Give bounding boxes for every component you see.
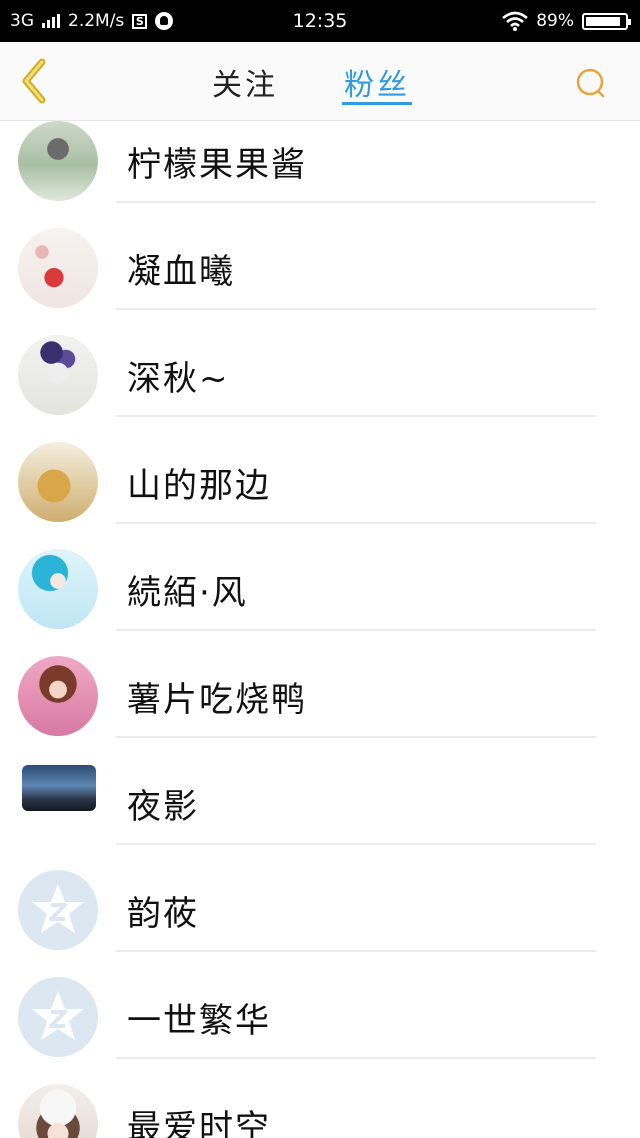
avatar xyxy=(18,549,98,629)
wifi-icon xyxy=(502,11,529,31)
list-item[interactable]: 最爱时空 xyxy=(0,1057,640,1138)
avatar xyxy=(18,335,98,415)
search-icon[interactable] xyxy=(574,66,608,100)
fan-name: 深秋~ xyxy=(127,359,230,399)
back-button[interactable] xyxy=(14,54,54,108)
fan-name: 続絔·风 xyxy=(127,573,248,613)
list-item[interactable]: 山的那边 xyxy=(0,415,640,522)
list-item[interactable]: 薯片吃烧鸭 xyxy=(0,629,640,736)
fan-name: 柠檬果果酱 xyxy=(127,145,307,185)
avatar xyxy=(18,121,98,201)
list-item[interactable]: 夜影 xyxy=(0,736,640,843)
fan-name: 薯片吃烧鸭 xyxy=(127,680,307,720)
tab-following[interactable]: 关注 xyxy=(212,60,278,104)
active-tab-indicator xyxy=(342,102,412,105)
list-item[interactable]: 柠檬果果酱 xyxy=(0,121,640,201)
list-item[interactable]: 一世繁华 xyxy=(0,950,640,1057)
fan-name: 韵莜 xyxy=(127,894,199,934)
list-item[interactable]: 韵莜 xyxy=(0,843,640,950)
list-item[interactable]: 凝血曦 xyxy=(0,201,640,308)
nav-header: 关注 粉丝 xyxy=(0,42,640,121)
fan-name: 夜影 xyxy=(127,787,199,827)
avatar xyxy=(18,1084,98,1138)
fans-list: 柠檬果果酱 凝血曦 深秋~ 山的那边 続絔·风 薯片吃烧鸭 夜影 韵莜 一世繁华… xyxy=(0,121,640,1138)
list-item[interactable]: 続絔·风 xyxy=(0,522,640,629)
fan-name: 凝血曦 xyxy=(127,252,235,292)
default-avatar-icon xyxy=(18,870,98,950)
status-bar: 3G 2.2M/s S 12:35 89% xyxy=(0,0,640,42)
battery-icon xyxy=(582,12,631,30)
fan-name: 山的那边 xyxy=(127,466,271,506)
avatar xyxy=(18,442,98,522)
fan-name: 最爱时空 xyxy=(127,1108,271,1138)
default-avatar-icon xyxy=(18,977,98,1057)
avatar xyxy=(18,656,98,736)
avatar xyxy=(18,228,98,308)
fan-name: 一世繁华 xyxy=(127,1001,271,1041)
tab-fans[interactable]: 粉丝 xyxy=(344,60,410,104)
list-item[interactable]: 深秋~ xyxy=(0,308,640,415)
battery-percent: 89% xyxy=(536,11,574,31)
avatar xyxy=(22,765,96,811)
clock: 12:35 xyxy=(292,10,348,32)
